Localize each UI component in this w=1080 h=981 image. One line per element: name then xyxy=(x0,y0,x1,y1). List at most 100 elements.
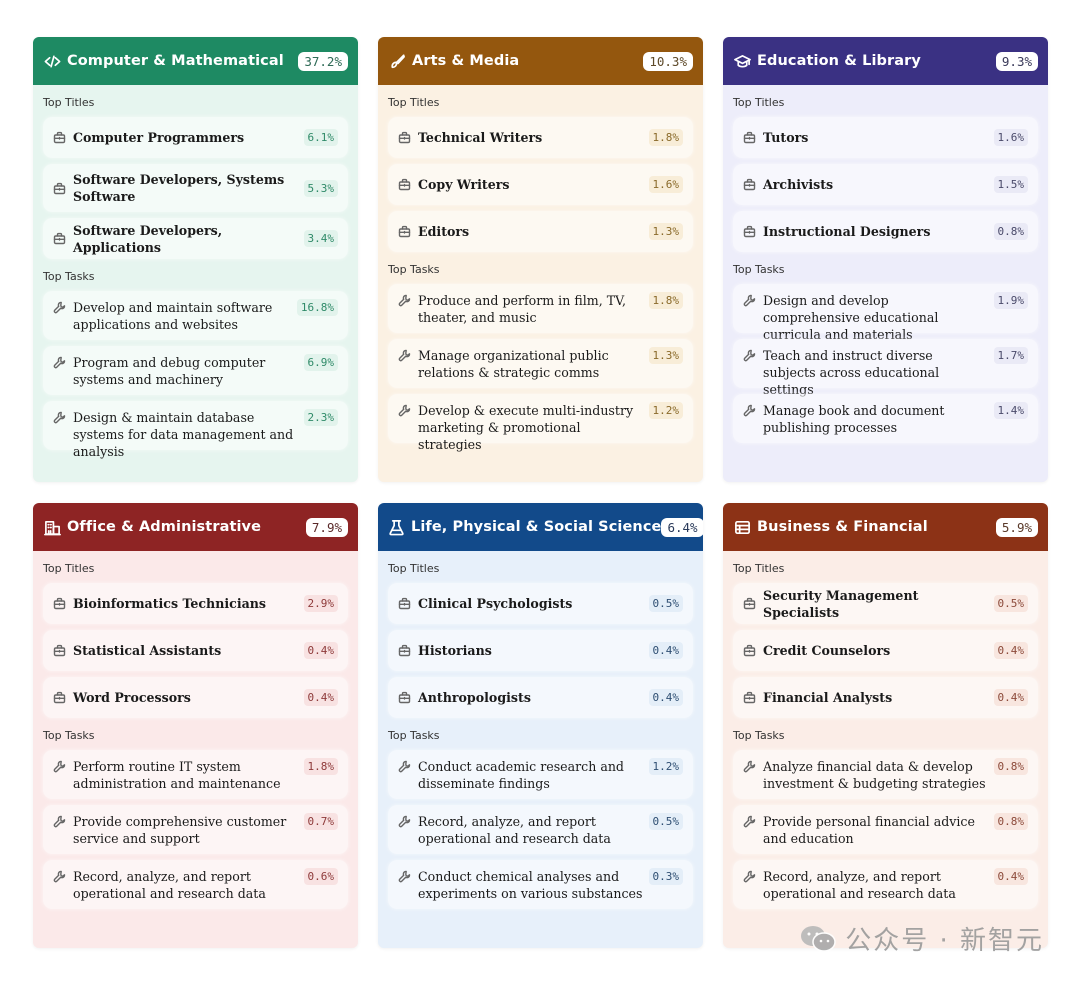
briefcase-icon xyxy=(398,131,411,144)
task-percentage: 1.2% xyxy=(648,758,683,775)
title-item: Statistical Assistants 0.4% xyxy=(43,630,348,671)
title-label: Bioinformatics Technicians xyxy=(73,596,267,611)
task-percentage: 6.9% xyxy=(303,354,338,371)
wrench-icon xyxy=(743,349,756,362)
wrench-icon xyxy=(743,760,756,773)
task-percentage: 0.5% xyxy=(648,813,683,830)
briefcase-icon xyxy=(743,644,756,657)
title-item: Bioinformatics Technicians 2.9% xyxy=(43,583,348,624)
top-titles-label: Top Titles xyxy=(733,96,785,109)
top-titles-label: Top Titles xyxy=(733,562,785,575)
wrench-icon xyxy=(53,301,66,314)
task-percentage: 16.8% xyxy=(296,299,338,316)
title-item: Instructional Designers 0.8% xyxy=(733,211,1038,252)
card-title: Office & Administrative xyxy=(67,519,262,535)
title-label: Software Developers, Systems Software xyxy=(73,172,285,204)
task-item: Design and develop comprehensive educati… xyxy=(733,284,1038,342)
title-label: Security Management Specialists xyxy=(763,587,919,620)
card-header: Life, Physical & Social Science 6.4% xyxy=(378,503,703,551)
category-share-badge: 5.9% xyxy=(995,517,1038,537)
briefcase-icon xyxy=(53,182,66,195)
briefcase-icon xyxy=(398,225,411,238)
title-item: Software Developers, Applications 3.4% xyxy=(43,218,348,259)
task-label: Provide personal financial advice and ed… xyxy=(763,814,975,846)
category-card: Arts & Media 10.3% Top Titles Technical Wri… xyxy=(378,37,703,482)
title-item: Computer Programmers 6.1% xyxy=(43,117,348,158)
top-tasks-label: Top Tasks xyxy=(388,263,440,276)
task-label: Develop & execute multi-industry marketi… xyxy=(418,403,634,452)
title-percentage: 5.3% xyxy=(303,179,338,197)
task-item: Provide personal financial advice and ed… xyxy=(733,805,1038,854)
task-item: Manage book and document publishing proc… xyxy=(733,394,1038,443)
task-item: Conduct chemical analyses and experiment… xyxy=(388,860,693,909)
ledger-icon xyxy=(733,518,751,536)
title-item: Clinical Psychologists 0.5% xyxy=(388,583,693,624)
title-label: Anthropologists xyxy=(418,690,531,705)
category-card: Computer & Mathematical 37.2% Top Titles Co… xyxy=(33,37,358,482)
office-building-icon xyxy=(43,518,61,536)
card-header: Computer & Mathematical 37.2% xyxy=(33,37,358,85)
briefcase-icon xyxy=(743,691,756,704)
task-item: Produce and perform in film, TV, theater… xyxy=(388,284,693,333)
category-share-badge: 7.9% xyxy=(305,517,348,537)
wrench-icon xyxy=(398,404,411,417)
top-titles-list: Security Management Specialists 0.5% Credi… xyxy=(733,583,1038,718)
wrench-icon xyxy=(743,815,756,828)
title-label: Tutors xyxy=(763,130,809,145)
wrench-icon xyxy=(398,294,411,307)
card-title: Life, Physical & Social Science xyxy=(411,519,662,535)
card-body: Top Titles Clinical Psychologists 0.5% Hist… xyxy=(378,562,703,909)
title-label: Statistical Assistants xyxy=(73,643,222,658)
title-item: Word Processors 0.4% xyxy=(43,677,348,718)
task-percentage: 0.6% xyxy=(303,868,338,885)
task-item: Manage organizational public relations &… xyxy=(388,339,693,388)
title-item: Historians 0.4% xyxy=(388,630,693,671)
task-label: Record, analyze, and report operational … xyxy=(73,869,266,901)
task-percentage: 1.7% xyxy=(993,347,1028,364)
task-item: Teach and instruct diverse subjects acro… xyxy=(733,339,1038,397)
title-percentage: 2.9% xyxy=(303,595,338,612)
briefcase-icon xyxy=(743,597,756,610)
task-item: Program and debug computer systems and m… xyxy=(43,346,348,395)
task-percentage: 0.3% xyxy=(648,868,683,885)
top-titles-label: Top Titles xyxy=(43,562,95,575)
task-item: Record, analyze, and report operational … xyxy=(388,805,693,854)
title-percentage: 0.4% xyxy=(303,642,338,659)
top-titles-list: Clinical Psychologists 0.5% Historians 0.4%… xyxy=(388,583,693,718)
wrench-icon xyxy=(53,815,66,828)
task-label: Manage organizational public relations &… xyxy=(418,348,609,380)
title-label: Computer Programmers xyxy=(73,130,245,145)
task-percentage: 1.8% xyxy=(648,292,683,309)
title-item: Editors 1.3% xyxy=(388,211,693,252)
wrench-icon xyxy=(743,404,756,417)
top-tasks-list: Analyze financial data & develop investm… xyxy=(733,750,1038,909)
briefcase-icon xyxy=(398,597,411,610)
task-label: Record, analyze, and report operational … xyxy=(418,814,611,846)
briefcase-icon xyxy=(53,644,66,657)
watermark: 公众号 · 新智元 xyxy=(799,920,1044,957)
briefcase-icon xyxy=(398,691,411,704)
title-item: Software Developers, Systems Software 5.3… xyxy=(43,164,348,212)
briefcase-icon xyxy=(398,644,411,657)
title-percentage: 3.4% xyxy=(303,230,338,247)
title-percentage: 0.4% xyxy=(648,689,683,706)
wrench-icon xyxy=(53,760,66,773)
task-label: Develop and maintain software applicatio… xyxy=(73,300,273,332)
task-percentage: 0.8% xyxy=(993,758,1028,775)
task-label: Perform routine IT system administration… xyxy=(73,759,281,791)
card-body: Top Titles Computer Programmers 6.1% Softwa… xyxy=(33,96,358,459)
title-label: Archivists xyxy=(763,177,834,192)
title-percentage: 0.4% xyxy=(303,689,338,706)
task-percentage: 2.3% xyxy=(303,409,338,426)
briefcase-icon xyxy=(743,225,756,238)
task-label: Produce and perform in film, TV, theater… xyxy=(418,293,626,325)
briefcase-icon xyxy=(743,131,756,144)
title-item: Security Management Specialists 0.5% xyxy=(733,583,1038,624)
task-label: Analyze financial data & develop investm… xyxy=(763,759,986,791)
top-titles-list: Tutors 1.6% Archivists 1.5% Instructional De… xyxy=(733,117,1038,252)
wrench-icon xyxy=(743,294,756,307)
task-label: Conduct chemical analyses and experiment… xyxy=(418,869,643,901)
top-tasks-label: Top Tasks xyxy=(43,729,95,742)
title-label: Technical Writers xyxy=(418,130,543,145)
task-item: Develop and maintain software applicatio… xyxy=(43,291,348,340)
